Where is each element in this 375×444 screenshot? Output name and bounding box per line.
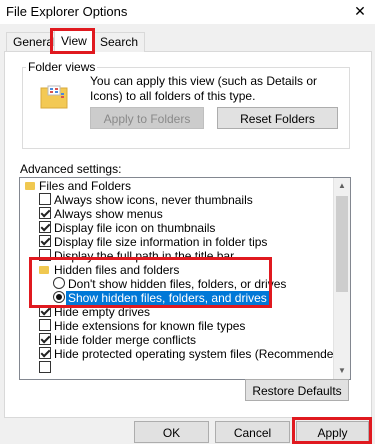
scroll-up-icon[interactable]: ▲: [334, 178, 350, 194]
advanced-settings-tree[interactable]: Files and Folders Always show icons, nev…: [19, 177, 351, 380]
apply-to-folders-button[interactable]: Apply to Folders: [90, 107, 204, 129]
advanced-settings-label: Advanced settings:: [20, 162, 122, 176]
scroll-thumb[interactable]: [336, 196, 348, 292]
scroll-down-icon[interactable]: ▼: [334, 363, 350, 379]
radio-icon[interactable]: [53, 277, 65, 289]
checkbox-icon[interactable]: [39, 249, 51, 261]
close-icon[interactable]: ✕: [347, 0, 373, 22]
tab-view[interactable]: View: [54, 29, 94, 52]
checkbox-icon[interactable]: [39, 207, 51, 219]
checkbox-icon[interactable]: [39, 319, 51, 331]
folder-views-icon: [40, 85, 68, 109]
tab-search[interactable]: Search: [93, 32, 146, 52]
checkbox-icon[interactable]: [39, 221, 51, 233]
cancel-button[interactable]: Cancel: [215, 421, 290, 443]
checkbox-icon[interactable]: [39, 347, 51, 359]
radio-icon[interactable]: [53, 291, 65, 303]
folder-views-description: You can apply this view (such as Details…: [90, 74, 318, 103]
tree-scrollbar[interactable]: ▲ ▼: [333, 178, 350, 379]
reset-folders-button[interactable]: Reset Folders: [217, 107, 338, 129]
restore-defaults-button[interactable]: Restore Defaults: [245, 379, 349, 401]
folder-icon: [25, 182, 35, 190]
folder-icon: [39, 266, 49, 274]
ok-button[interactable]: OK: [134, 421, 209, 443]
folder-views-label: Folder views: [26, 60, 98, 74]
checkbox-icon[interactable]: [39, 193, 51, 205]
checkbox-icon[interactable]: [39, 333, 51, 345]
title-bar: File Explorer Options ✕: [0, 0, 375, 24]
checkbox-icon[interactable]: [39, 235, 51, 247]
window-title: File Explorer Options: [6, 4, 128, 19]
apply-button[interactable]: Apply: [296, 421, 369, 443]
checkbox-icon[interactable]: [39, 305, 51, 317]
checkbox-icon[interactable]: [39, 361, 51, 373]
